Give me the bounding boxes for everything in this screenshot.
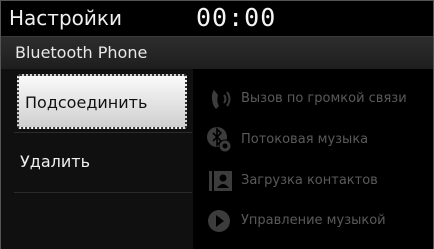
connect-button[interactable]: Подсоединить [17, 74, 187, 129]
option-handsfree: Вызов по громкой связи [205, 84, 433, 114]
handsfree-phone-icon [211, 90, 231, 109]
option-label: Загрузка контактов [241, 173, 378, 188]
menu-divider [14, 132, 192, 133]
status-bar: Настройки 00:00 [1, 1, 433, 36]
option-music-control: Управление музыкой [205, 206, 433, 236]
option-streaming: Потоковая музыка [205, 125, 433, 155]
section-header: Bluetooth Phone [1, 36, 433, 70]
contacts-download-icon [209, 171, 232, 191]
delete-button[interactable]: Удалить [14, 135, 189, 190]
status-title: Настройки [9, 6, 122, 30]
option-label: Вызов по громкой связи [241, 91, 407, 106]
delete-label: Удалить [20, 152, 90, 171]
bluetooth-audio-icon [207, 127, 232, 153]
option-label: Управление музыкой [241, 213, 386, 228]
clock: 00:00 [196, 3, 277, 32]
options-panel: Вызов по громкой связи Потоковая музыка … [193, 69, 433, 249]
option-contacts: Загрузка контактов [205, 166, 433, 196]
section-title: Bluetooth Phone [15, 43, 148, 62]
option-label: Потоковая музыка [241, 132, 369, 147]
connect-label: Подсоединить [25, 93, 148, 112]
menu-divider [14, 192, 192, 193]
music-control-icon [208, 210, 230, 232]
